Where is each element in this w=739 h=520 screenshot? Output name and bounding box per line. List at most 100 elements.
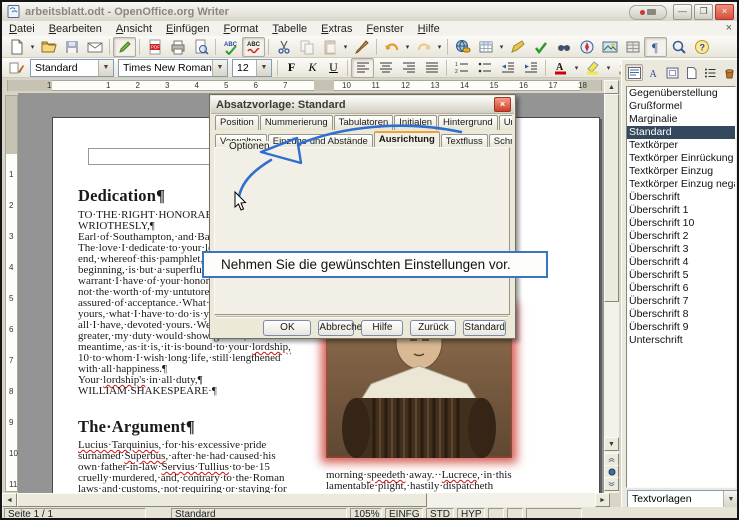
style-list-item[interactable]: Standard [627, 126, 735, 139]
formatting-marks-icon[interactable]: ¶ [644, 37, 667, 57]
apply-style-icon[interactable] [5, 58, 28, 78]
scroll-up-icon[interactable]: ▲ [604, 80, 619, 94]
paragraph-styles-icon[interactable] [625, 64, 643, 81]
horizontal-ruler[interactable]: 11234567101112131415161718 [2, 78, 622, 93]
menu-item[interactable]: Hilfe [411, 23, 447, 35]
hyperlink-mode-indicator[interactable]: HYP [457, 508, 485, 520]
zoom-icon[interactable] [667, 37, 690, 57]
redo-icon[interactable] [412, 37, 435, 57]
auto-spellcheck-icon[interactable]: ABC [242, 37, 265, 57]
highlighting-dropdown-icon[interactable]: ▾ [604, 64, 613, 72]
decrease-indent-icon[interactable] [496, 58, 519, 78]
style-list-item[interactable]: Textkörper Einrückung [627, 152, 735, 165]
bullet-list-icon[interactable] [473, 58, 496, 78]
insert-mode-indicator[interactable]: EINFG [385, 508, 423, 520]
highlighting-icon[interactable] [581, 58, 604, 78]
format-paintbrush-icon[interactable] [350, 37, 373, 57]
menu-item[interactable]: Extras [314, 23, 359, 35]
help-icon[interactable]: ? [690, 37, 713, 57]
copy-icon[interactable] [295, 37, 318, 57]
chevron-down-icon[interactable]: ▼ [98, 60, 113, 76]
export-pdf-icon[interactable]: PDF [143, 37, 166, 57]
chevron-down-icon[interactable]: ▼ [723, 491, 738, 507]
style-category-combobox[interactable]: Textvorlagen▼ [627, 490, 739, 508]
paste-dropdown-icon[interactable]: ▾ [341, 43, 350, 51]
vertical-ruler[interactable]: 123456789101112 [5, 95, 18, 492]
style-list-item[interactable]: Überschrift 10 [627, 217, 735, 230]
frame-styles-icon[interactable] [663, 64, 681, 81]
style-list-item[interactable]: Textkörper [627, 139, 735, 152]
paste-icon[interactable] [318, 37, 341, 57]
edit-file-icon[interactable] [113, 37, 136, 57]
menu-item[interactable]: Bearbeiten [42, 23, 109, 35]
menu-item[interactable]: Tabelle [265, 23, 314, 35]
vertical-scroll-thumb[interactable] [604, 94, 619, 302]
navigator-icon[interactable] [575, 37, 598, 57]
open-icon[interactable] [37, 37, 60, 57]
align-center-icon[interactable] [374, 58, 397, 78]
dialog-button[interactable]: Abbrechen [318, 320, 354, 336]
dialog-tab[interactable]: Einzüge und Abstände [268, 134, 373, 147]
dialog-tab[interactable]: Hintergrund [438, 115, 498, 130]
new-document-dropdown-icon[interactable]: ▾ [28, 43, 37, 51]
style-list-item[interactable]: Textkörper Einzug [627, 165, 735, 178]
style-list[interactable]: GegenüberstellungGrußformelMarginalieSta… [626, 86, 736, 488]
bold-button[interactable]: F [281, 58, 302, 77]
dialog-tab[interactable]: Position [215, 115, 259, 130]
font-color-icon[interactable]: A [549, 58, 572, 78]
undo-icon[interactable] [380, 37, 403, 57]
menu-item[interactable]: Ansicht [109, 23, 159, 35]
style-list-item[interactable]: Unterschrift [627, 334, 735, 347]
numbered-list-icon[interactable]: 12 [450, 58, 473, 78]
save-icon[interactable] [60, 37, 83, 57]
scroll-left-icon[interactable]: ◄ [2, 493, 17, 507]
dialog-title-bar[interactable]: Absatzvorlage: Standard × [211, 96, 514, 114]
horizontal-scroll-thumb[interactable] [17, 493, 427, 507]
cut-icon[interactable] [272, 37, 295, 57]
dialog-tab[interactable]: Umrandung [499, 115, 512, 130]
style-list-item[interactable]: Grußformel [627, 100, 735, 113]
menu-item[interactable]: Fenster [359, 23, 410, 35]
next-page-icon[interactable] [604, 477, 619, 491]
font-name-combobox[interactable]: Times New Roman▼ [118, 59, 228, 77]
menu-item[interactable]: Format [216, 23, 265, 35]
align-right-icon[interactable] [397, 58, 420, 78]
style-list-item[interactable]: Überschrift 3 [627, 243, 735, 256]
character-styles-icon[interactable]: A [644, 64, 662, 81]
justify-icon[interactable] [420, 58, 443, 78]
page-styles-icon[interactable] [682, 64, 700, 81]
dialog-tab[interactable]: Ausrichtung [374, 131, 440, 147]
style-list-item[interactable]: Überschrift 5 [627, 269, 735, 282]
horizontal-scrollbar[interactable]: ◄ ► [2, 493, 610, 507]
draw-functions-icon[interactable] [506, 37, 529, 57]
align-left-icon[interactable] [351, 58, 374, 78]
new-document-icon[interactable] [5, 37, 28, 57]
dialog-tab[interactable]: Tabulatoren [334, 115, 394, 130]
dialog-tab[interactable]: Initialen [394, 115, 437, 130]
menu-item[interactable]: Einfügen [159, 23, 216, 35]
gallery-icon[interactable] [598, 37, 621, 57]
restore-button[interactable]: ❐ [694, 4, 713, 20]
chevron-down-icon[interactable]: ▼ [256, 60, 271, 76]
minimize-button[interactable]: — [673, 4, 692, 20]
selection-mode-indicator[interactable]: STD [426, 508, 454, 520]
undo-dropdown-icon[interactable]: ▾ [403, 43, 412, 51]
spellcheck-icon[interactable]: ABC [219, 37, 242, 57]
table-icon[interactable] [474, 37, 497, 57]
close-button[interactable]: × [715, 4, 734, 20]
underline-button[interactable]: U [323, 58, 344, 77]
dialog-button[interactable]: OK [263, 320, 311, 336]
font-color-dropdown-icon[interactable]: ▾ [572, 64, 581, 72]
menu-item[interactable]: Datei [2, 23, 42, 35]
find-replace-icon[interactable] [552, 37, 575, 57]
autoformat-icon[interactable] [529, 37, 552, 57]
style-list-item[interactable]: Überschrift 9 [627, 321, 735, 334]
style-list-item[interactable]: Überschrift 2 [627, 230, 735, 243]
italic-button[interactable]: K [302, 58, 323, 77]
dialog-close-icon[interactable]: × [494, 97, 511, 112]
close-document-icon[interactable]: × [726, 22, 732, 34]
style-list-item[interactable]: Marginalie [627, 113, 735, 126]
dialog-button[interactable]: Zurück [410, 320, 456, 336]
fill-format-mode-icon[interactable] [720, 64, 738, 81]
style-list-item[interactable]: Textkörper Einzug negativ [627, 178, 735, 191]
